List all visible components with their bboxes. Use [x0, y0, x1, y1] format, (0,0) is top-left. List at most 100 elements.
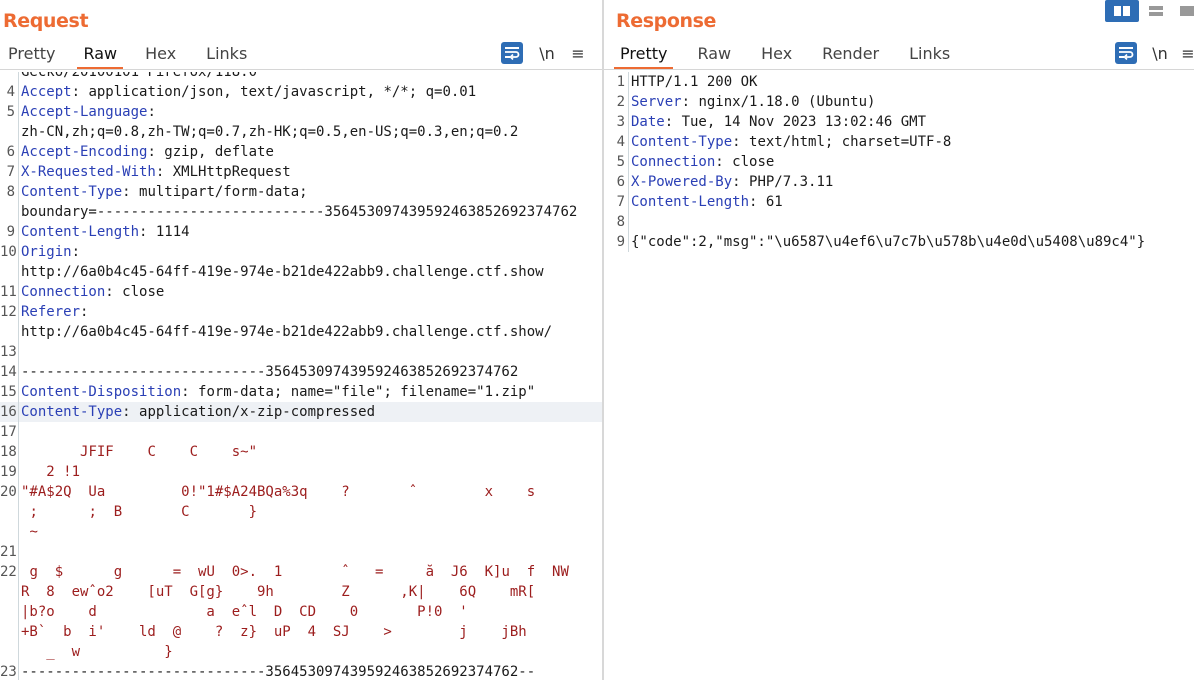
header-line: Accept-Language: — [21, 104, 165, 120]
line-number: 16 — [0, 402, 19, 422]
line-number — [0, 262, 19, 282]
layout-single-icon[interactable] — [1170, 0, 1194, 22]
code-line: 15 Content-Disposition: form-data; name="… — [0, 382, 602, 402]
line-number: 3 — [610, 112, 629, 132]
line-number — [0, 202, 19, 222]
code-line: 4 Accept: application/json, text/javascri… — [0, 82, 602, 102]
header-name: Origin — [21, 244, 72, 260]
response-tab-raw[interactable]: Raw — [697, 42, 731, 68]
line-number: 15 — [0, 382, 19, 402]
header-value: text/html; charset=UTF-8 — [749, 134, 952, 150]
request-tab-hex[interactable]: Hex — [145, 42, 176, 68]
code-line: |b?o d a eˆl D CD 0 P!0 ' — [0, 602, 602, 622]
header-name: X-Powered-By — [631, 174, 733, 190]
response-tab-links[interactable]: Links — [909, 42, 950, 68]
line-number: 5 — [0, 102, 19, 122]
code-text: R 8 ewˆo2 [uT G[g} 9h Z ,K| 6Q mR[ — [21, 584, 536, 600]
response-title: Response — [616, 10, 717, 32]
header-value: application/x-zip-compressed — [139, 404, 376, 420]
code-line: 22 g $ g = wU 0>. 1 ˆ = ă J6 K]u f NW — [0, 562, 602, 582]
code-text: g $ g = wU 0>. 1 ˆ = ă J6 K]u f NW — [21, 564, 569, 580]
code-line: 10 Origin: — [0, 242, 602, 262]
header-name: Content-Length — [21, 224, 140, 240]
menu-icon[interactable]: ≡ — [569, 42, 587, 64]
code-line: 17 — [0, 422, 602, 442]
code-line: 9 {"code":2,"msg":"\u6587\u4ef6\u7c7b\u57… — [610, 232, 1194, 252]
line-number: 7 — [610, 192, 629, 212]
line-number — [0, 582, 19, 602]
line-number: 11 — [0, 282, 19, 302]
code-text: http://6a0b4c45-64ff-419e-974e-b21de422a… — [21, 324, 553, 340]
code-line: 1 HTTP/1.1 200 OK — [610, 72, 1194, 92]
wrap-lines-icon[interactable] — [1115, 42, 1137, 64]
code-text: "#A$2Q Ua 0!"1#$A24BQa%3q ? ˆ x s — [21, 484, 536, 500]
header-name: Referer — [21, 304, 81, 320]
header-name: Accept-Language — [21, 104, 148, 120]
code-line: R 8 ewˆo2 [uT G[g} 9h Z ,K| 6Q mR[ — [0, 582, 602, 602]
header-name: Content-Type — [21, 404, 123, 420]
code-line: 21 — [0, 542, 602, 562]
code-line: http://6a0b4c45-64ff-419e-974e-b21de422a… — [0, 322, 602, 342]
menu-icon[interactable]: ≡ — [1182, 42, 1194, 64]
wrap-lines-icon[interactable] — [501, 42, 523, 64]
response-tab-render[interactable]: Render — [822, 42, 879, 68]
newline-toggle-button[interactable]: \n — [537, 42, 557, 64]
code-text: |b?o d a eˆl D CD 0 P!0 ' — [21, 604, 468, 620]
code-line: 6 Accept-Encoding: gzip, deflate — [0, 142, 602, 162]
line-number — [0, 322, 19, 342]
code-line: 2 Server: nginx/1.18.0 (Ubuntu) — [610, 92, 1194, 112]
line-number — [0, 502, 19, 522]
response-tab-pretty[interactable]: Pretty — [613, 42, 674, 70]
header-name: Date — [631, 114, 665, 130]
line-number: 17 — [0, 422, 19, 442]
header-line: Server: nginx/1.18.0 (Ubuntu) — [631, 94, 876, 110]
header-value: 1114 — [155, 224, 190, 240]
code-line: 5 Accept-Language: — [0, 102, 602, 122]
line-number: 6 — [0, 142, 19, 162]
code-line: ; ; B C } — [0, 502, 602, 522]
layout-stack-icon[interactable] — [1139, 0, 1173, 22]
line-number: 5 — [610, 152, 629, 172]
header-value: PHP/7.3.11 — [749, 174, 834, 190]
header-name: X-Requested-With — [21, 164, 156, 180]
code-line: 19 2 !1 — [0, 462, 602, 482]
header-name: Content-Disposition — [21, 384, 182, 400]
request-tab-pretty[interactable]: Pretty — [8, 42, 55, 68]
header-value: gzip, deflate — [164, 144, 274, 160]
header-value: form-data; name="file"; filename="1.zip" — [198, 384, 536, 400]
header-line: X-Requested-With: XMLHttpRequest — [21, 164, 291, 180]
code-line: zh-CN,zh;q=0.8,zh-TW;q=0.7,zh-HK;q=0.5,e… — [0, 122, 602, 142]
line-number: 19 — [0, 462, 19, 482]
header-value: nginx/1.18.0 (Ubuntu) — [698, 94, 876, 110]
header-value: 61 — [765, 194, 783, 210]
header-line: Content-Length: 1114 — [21, 224, 190, 240]
code-line: 16 Content-Type: application/x-zip-compre… — [0, 402, 602, 422]
header-line: X-Powered-By: PHP/7.3.11 — [631, 174, 834, 190]
code-line: 3 Date: Tue, 14 Nov 2023 13:02:46 GMT — [610, 112, 1194, 132]
header-line: Connection: close — [21, 284, 165, 300]
code-text: http://6a0b4c45-64ff-419e-974e-b21de422a… — [21, 264, 544, 280]
code-text: ~ — [21, 524, 38, 540]
layout-split-icon[interactable] — [1105, 0, 1139, 22]
response-tab-hex[interactable]: Hex — [761, 42, 792, 68]
line-number: 13 — [0, 342, 19, 362]
header-line: Content-Type: multipart/form-data; — [21, 184, 308, 200]
response-editor[interactable]: 1 HTTP/1.1 200 OK 2 Server: nginx/1.18.0 (U… — [610, 72, 1194, 680]
request-tab-raw[interactable]: Raw — [77, 42, 123, 70]
request-tab-divider — [0, 69, 602, 70]
line-number: 6 — [610, 172, 629, 192]
header-name: Connection — [21, 284, 106, 300]
response-tab-divider — [604, 69, 1194, 70]
line-number: 12 — [0, 302, 19, 322]
code-line: 14 -----------------------------356453097… — [0, 362, 602, 382]
header-line: Referer: — [21, 304, 97, 320]
request-editor[interactable]: Gecko/20100101 Firefox/118.0 4 Accept: app… — [0, 72, 602, 680]
newline-toggle-button[interactable]: \n — [1150, 42, 1170, 64]
header-line: Origin: — [21, 244, 89, 260]
line-number — [0, 122, 19, 142]
request-tab-links[interactable]: Links — [206, 42, 247, 68]
line-number: 21 — [0, 542, 19, 562]
code-line: 18 JFIF C C s~" — [0, 442, 602, 462]
